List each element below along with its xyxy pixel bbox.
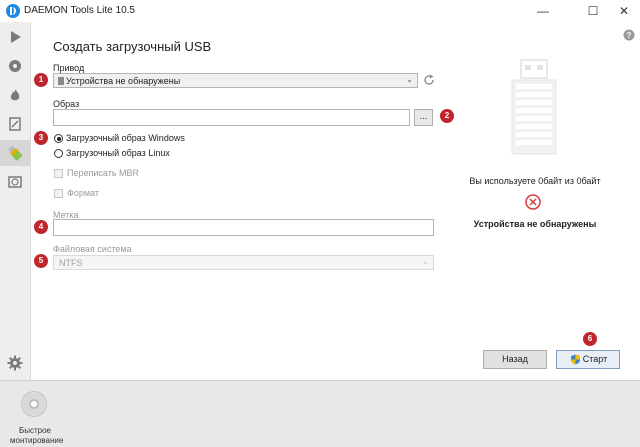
quick-mount-label-line2: монтирование — [10, 436, 64, 445]
virtual-drive-icon — [8, 176, 22, 188]
main-panel: Создать загрузочный USB ? Привод 1 Устро… — [31, 22, 640, 380]
radio-linux-label[interactable]: Загрузочный образ Linux — [66, 148, 170, 158]
sidebar-item-image-editor[interactable] — [0, 111, 30, 137]
step-marker-2: 2 — [440, 109, 454, 123]
rewrite-mbr-checkbox[interactable] — [54, 169, 63, 178]
flame-icon — [10, 89, 20, 101]
drive-select[interactable]: Устройства не обнаружены ⌄ — [53, 73, 418, 88]
drive-label: Привод — [53, 63, 85, 73]
gear-icon — [7, 355, 23, 371]
usb-drive-illustration-icon — [511, 59, 557, 155]
sidebar — [0, 22, 31, 380]
close-button[interactable]: ✕ — [608, 0, 640, 22]
sidebar-item-images[interactable] — [0, 53, 30, 79]
shield-icon — [571, 354, 580, 365]
format-label: Формат — [67, 188, 99, 198]
usb-drive-icon — [58, 77, 64, 85]
filesystem-select-value: NTFS — [59, 258, 83, 268]
device-status: Устройства не обнаружены — [473, 219, 597, 229]
window-title: DAEMON Tools Lite 10.5 — [24, 5, 135, 16]
step-marker-1: 1 — [34, 73, 48, 87]
chevron-down-icon: ⌄ — [406, 75, 413, 84]
radio-windows-label[interactable]: Загрузочный образ Windows — [66, 133, 185, 143]
maximize-button[interactable]: ☐ — [577, 0, 609, 22]
step-marker-5: 5 — [34, 254, 48, 268]
usb-stick-icon — [8, 145, 23, 161]
start-button-label: Старт — [582, 354, 608, 364]
step-marker-3: 3 — [34, 131, 48, 145]
format-checkbox[interactable] — [54, 189, 63, 198]
settings-button[interactable] — [0, 350, 30, 376]
radio-linux[interactable] — [54, 149, 63, 158]
chevron-down-icon: ⌄ — [422, 257, 429, 266]
title-bar: DAEMON Tools Lite 10.5 — ☐ ✕ — [0, 0, 640, 22]
page-title: Создать загрузочный USB — [53, 39, 212, 54]
refresh-icon[interactable] — [423, 74, 435, 86]
sidebar-item-play[interactable] — [0, 24, 30, 50]
minimize-button[interactable]: — — [527, 0, 559, 22]
browse-button[interactable]: ... — [414, 109, 433, 126]
quick-mount-label-line1: Быстрое — [18, 426, 51, 435]
filesystem-select[interactable]: NTFS ⌄ — [53, 255, 434, 270]
start-button[interactable]: Старт — [556, 350, 620, 369]
daemon-tools-logo-icon — [6, 4, 20, 18]
radio-windows[interactable] — [54, 134, 63, 143]
volume-label-input[interactable] — [53, 219, 434, 236]
image-label: Образ — [53, 99, 80, 109]
filesystem-label: Файловая система — [53, 244, 132, 254]
svg-text:?: ? — [627, 31, 632, 40]
quick-mount-label[interactable]: Быстрое монтирование — [10, 426, 64, 446]
drive-select-value: Устройства не обнаружены — [66, 76, 181, 86]
quick-mount-disc-icon[interactable] — [21, 391, 47, 417]
sidebar-item-virtual-drive[interactable] — [0, 169, 30, 195]
step-marker-6: 6 — [583, 332, 597, 346]
error-icon — [525, 194, 541, 210]
sidebar-item-burn[interactable] — [0, 82, 30, 108]
footer-bar: Быстрое монтирование — [0, 380, 640, 447]
rewrite-mbr-label: Переписать MBR — [67, 168, 140, 178]
play-icon — [11, 31, 21, 43]
sidebar-item-usb[interactable] — [0, 140, 30, 166]
disc-icon — [9, 60, 21, 72]
back-button[interactable]: Назад — [483, 350, 547, 369]
image-path-input[interactable] — [53, 109, 410, 126]
help-icon[interactable]: ? — [623, 29, 635, 41]
step-marker-4: 4 — [34, 220, 48, 234]
usage-text: Вы используете 0байт из 0байт — [469, 176, 601, 186]
image-edit-icon — [9, 117, 21, 131]
